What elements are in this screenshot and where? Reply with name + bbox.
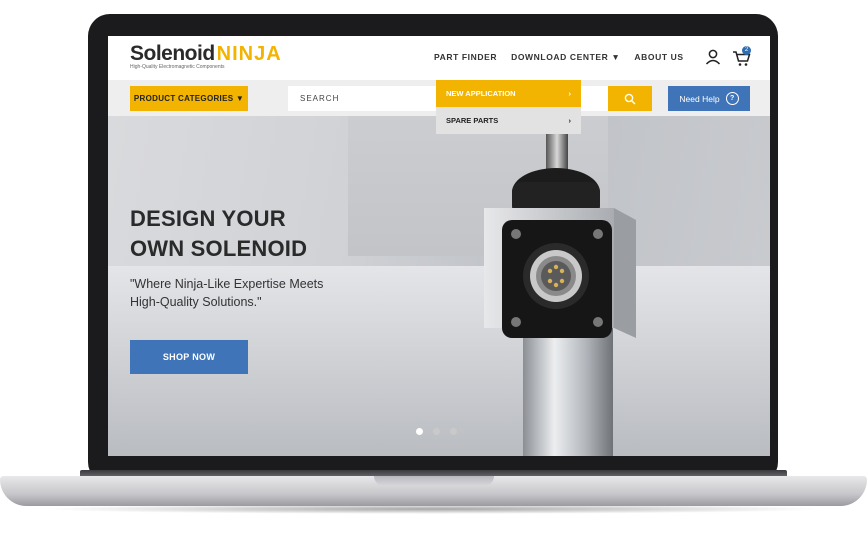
- laptop-notch: [374, 476, 494, 486]
- hero-headline-line2: OWN SOLENOID: [130, 236, 308, 261]
- chevron-right-icon: ›: [568, 89, 572, 98]
- main-nav: PART FINDER DOWNLOAD CENTER ▼ ABOUT US: [434, 52, 684, 62]
- hero-headline: DESIGN YOUR OWN SOLENOID: [130, 204, 307, 264]
- website-screen: Solenoid NINJA High-Quality Electromagnet…: [108, 36, 770, 456]
- logo-name-main: Solenoid: [130, 42, 215, 65]
- dropdown-item-new-application[interactable]: NEW APPLICATION ›: [436, 80, 581, 107]
- solenoid-product-image: [484, 116, 636, 456]
- nav-about-us[interactable]: ABOUT US: [634, 52, 683, 62]
- need-help-button[interactable]: Need Help ?: [668, 86, 750, 111]
- chevron-right-icon: ›: [568, 116, 572, 125]
- user-icon[interactable]: [704, 48, 722, 66]
- need-help-label: Need Help: [679, 93, 720, 104]
- site-header: Solenoid NINJA High-Quality Electromagnet…: [108, 36, 770, 80]
- site-logo[interactable]: Solenoid NINJA High-Quality Electromagnet…: [130, 42, 282, 70]
- carousel-dots: [416, 428, 457, 435]
- nav-download-center-label: DOWNLOAD CENTER: [511, 52, 609, 62]
- hero-headline-line1: DESIGN YOUR: [130, 206, 286, 231]
- search-icon: [624, 93, 636, 104]
- carousel-dot-2[interactable]: [433, 428, 440, 435]
- carousel-dot-1[interactable]: [416, 428, 423, 435]
- help-icon: ?: [725, 92, 739, 105]
- chevron-down-icon: ▼: [611, 52, 621, 62]
- carousel-dot-3[interactable]: [450, 428, 457, 435]
- hero-quote-line2: High-Quality Solutions.": [130, 295, 262, 309]
- hero-banner: DESIGN YOUR OWN SOLENOID "Where Ninja-Li…: [108, 116, 770, 456]
- download-center-dropdown: NEW APPLICATION › SPARE PARTS ›: [436, 80, 581, 134]
- cart-count-badge: 2: [742, 46, 751, 55]
- product-categories-label: PRODUCT CATEGORIES: [133, 94, 234, 103]
- nav-download-center[interactable]: DOWNLOAD CENTER ▼: [511, 52, 620, 62]
- shop-now-button[interactable]: SHOP NOW: [130, 340, 248, 374]
- hero-quote-line1: "Where Ninja-Like Expertise Meets: [130, 277, 324, 291]
- product-categories-button[interactable]: PRODUCT CATEGORIES ▼: [130, 86, 248, 111]
- hero-quote: "Where Ninja-Like Expertise Meets High-Q…: [130, 275, 350, 311]
- search-button[interactable]: [608, 86, 652, 111]
- nav-part-finder[interactable]: PART FINDER: [434, 52, 497, 62]
- dropdown-item-label: SPARE PARTS: [446, 116, 499, 125]
- chevron-down-icon: ▼: [235, 94, 245, 103]
- logo-name-accent: NINJA: [216, 43, 282, 65]
- dropdown-item-spare-parts[interactable]: SPARE PARTS ›: [436, 107, 581, 134]
- dropdown-item-label: NEW APPLICATION: [446, 89, 516, 98]
